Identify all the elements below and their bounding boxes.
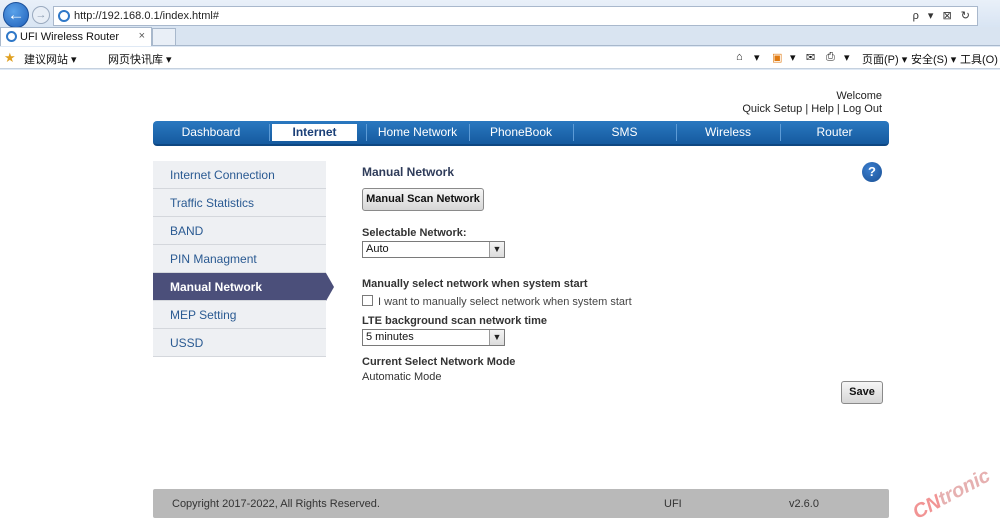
- lte-scan-label: LTE background scan network time: [362, 315, 547, 327]
- top-links: Quick Setup | Help | Log Out: [742, 103, 882, 115]
- address-url[interactable]: http://192.168.0.1/index.html#: [74, 10, 219, 22]
- help-link[interactable]: Help: [811, 103, 834, 115]
- safety-menu[interactable]: 安全(S) ▾: [911, 51, 956, 67]
- sidebar-item-ussd[interactable]: USSD: [153, 329, 326, 357]
- logout-link[interactable]: Log Out: [843, 103, 882, 115]
- link-separator: |: [833, 103, 843, 115]
- favorites-star-icon[interactable]: ★: [4, 50, 16, 66]
- sidebar-item-internet-connection[interactable]: Internet Connection: [153, 161, 326, 189]
- manual-select-label: Manually select network when system star…: [362, 278, 588, 290]
- favorites-bar: ★ 建议网站 ▾ 网页快讯库 ▾ ⌂ ▾ ▣ ▾ ✉ ⎙ ▾ 页面(P) ▾ 安…: [0, 47, 1000, 69]
- link-separator: |: [802, 103, 812, 115]
- selectable-network-value: Auto: [366, 243, 389, 255]
- manual-select-checkbox[interactable]: [362, 295, 373, 306]
- selectable-network-select[interactable]: Auto ▼: [362, 241, 505, 258]
- home-dropdown[interactable]: ▾: [754, 51, 760, 64]
- nav-dashboard[interactable]: Dashboard: [153, 121, 269, 144]
- sidebar: Internet Connection Traffic Statistics B…: [153, 161, 334, 357]
- tab-close-icon[interactable]: ×: [139, 30, 145, 42]
- help-icon[interactable]: ?: [862, 162, 882, 182]
- footer-device: UFI: [664, 498, 682, 510]
- browser-tab[interactable]: UFI Wireless Router ×: [0, 27, 152, 46]
- quick-setup-link[interactable]: Quick Setup: [742, 103, 802, 115]
- page-menu[interactable]: 页面(P) ▾: [862, 51, 907, 67]
- save-button[interactable]: Save: [841, 381, 883, 404]
- main-nav: Dashboard Internet Home Network PhoneBoo…: [153, 121, 889, 146]
- current-mode-label: Current Select Network Mode: [362, 356, 516, 368]
- watermark-suffix: tronic: [934, 464, 994, 511]
- back-arrow-icon[interactable]: ←: [3, 2, 29, 28]
- manual-select-checkbox-label[interactable]: I want to manually select network when s…: [378, 296, 632, 308]
- browser-chrome: ← → http://192.168.0.1/index.html# ρ ▾ ⊠…: [0, 0, 1000, 70]
- current-mode-value: Automatic Mode: [362, 371, 442, 383]
- forward-arrow-icon[interactable]: →: [32, 6, 50, 24]
- footer-copyright: Copyright 2017-2022, All Rights Reserved…: [172, 498, 380, 510]
- tools-menu[interactable]: 工具(O) ▾: [960, 51, 1000, 67]
- nav-wireless[interactable]: Wireless: [676, 121, 780, 144]
- rss-dropdown[interactable]: ▾: [790, 51, 796, 64]
- print-icon[interactable]: ⎙: [826, 51, 835, 64]
- tab-title: UFI Wireless Router: [20, 31, 120, 43]
- nav-home-network[interactable]: Home Network: [366, 121, 469, 144]
- nav-phonebook[interactable]: PhoneBook: [469, 121, 573, 144]
- home-icon[interactable]: ⌂: [736, 51, 743, 63]
- print-dropdown[interactable]: ▾: [844, 51, 850, 64]
- selectable-network-label: Selectable Network:: [362, 227, 467, 239]
- sidebar-item-manual-network[interactable]: Manual Network: [153, 273, 334, 301]
- sidebar-item-traffic-statistics[interactable]: Traffic Statistics: [153, 189, 326, 217]
- footer: Copyright 2017-2022, All Rights Reserved…: [153, 489, 889, 518]
- favorite-suggested-sites[interactable]: 建议网站 ▾: [24, 51, 77, 67]
- mail-icon[interactable]: ✉: [806, 51, 815, 64]
- watermark-logo: CNtronic: [909, 465, 994, 525]
- sidebar-item-band[interactable]: BAND: [153, 217, 326, 245]
- lte-scan-select[interactable]: 5 minutes ▼: [362, 329, 505, 346]
- page-title: Manual Network: [362, 165, 455, 179]
- chevron-down-icon: ▼: [489, 330, 504, 345]
- sidebar-item-mep-setting[interactable]: MEP Setting: [153, 301, 326, 329]
- nav-sms[interactable]: SMS: [573, 121, 676, 144]
- address-bar[interactable]: http://192.168.0.1/index.html# ρ ▾ ⊠ ↻: [53, 6, 978, 26]
- sidebar-item-pin-management[interactable]: PIN Managment: [153, 245, 326, 273]
- address-tools[interactable]: ρ ▾ ⊠ ↻: [913, 9, 973, 22]
- footer-version: v2.6.0: [789, 498, 819, 510]
- welcome-text: Welcome: [836, 90, 882, 102]
- nav-separator: [269, 124, 270, 141]
- tab-row: UFI Wireless Router ×: [0, 27, 1000, 46]
- chevron-down-icon: ▼: [489, 242, 504, 257]
- nav-internet[interactable]: Internet: [272, 124, 357, 141]
- ie-logo-icon: [58, 10, 70, 22]
- rss-icon[interactable]: ▣: [772, 51, 782, 64]
- ie-logo-icon: [6, 31, 17, 42]
- lte-scan-value: 5 minutes: [366, 331, 414, 343]
- nav-router[interactable]: Router: [780, 121, 889, 144]
- manual-scan-button[interactable]: Manual Scan Network: [362, 188, 484, 211]
- favorite-web-slice[interactable]: 网页快讯库 ▾: [108, 51, 172, 67]
- new-tab-button[interactable]: [152, 28, 176, 45]
